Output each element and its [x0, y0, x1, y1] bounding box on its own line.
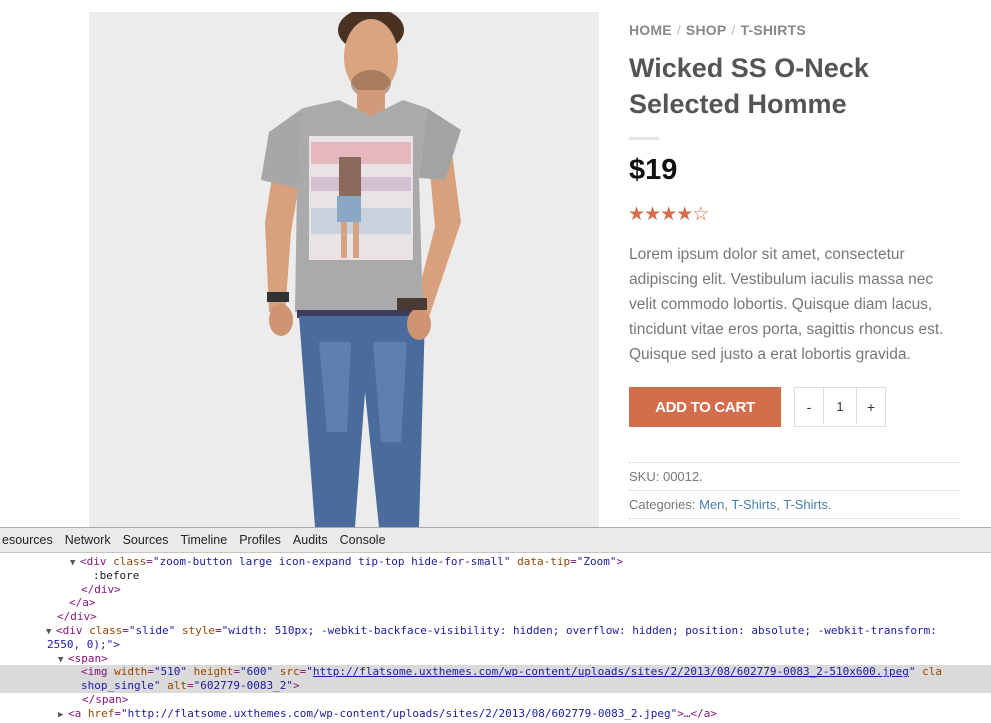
sku-label: SKU: [629, 469, 660, 484]
product-sku: SKU: 00012. [629, 469, 703, 484]
dom-node-continued: 2550, 0);"> [47, 637, 120, 651]
quantity-stepper: - + [794, 387, 886, 427]
tab-network[interactable]: Network [59, 533, 117, 547]
dom-pseudo[interactable]: :before [0, 569, 991, 583]
dom-node[interactable]: </div> [0, 583, 991, 597]
breadcrumb-separator: / [731, 22, 736, 38]
dom-node-selected[interactable]: <img width="510" height="600" src="http:… [0, 665, 991, 680]
tab-audits[interactable]: Audits [287, 533, 334, 547]
category-link-tshirts[interactable]: T-Shirts [783, 497, 828, 512]
breadcrumb-separator: / [676, 22, 681, 38]
tab-console[interactable]: Console [334, 533, 392, 547]
meta-divider [629, 490, 959, 491]
product-description: Lorem ipsum dolor sit amet, consectetur … [629, 246, 944, 363]
breadcrumb-home[interactable]: HOME [629, 22, 672, 38]
quantity-input[interactable] [823, 388, 857, 424]
meta-divider [629, 462, 959, 463]
sku-value: 00012. [662, 469, 703, 484]
dom-node[interactable]: ▼ <div class="zoom-button large icon-expa… [0, 555, 991, 569]
dom-node[interactable]: </span> [0, 693, 991, 707]
product-image[interactable] [89, 12, 599, 527]
meta-divider [629, 518, 959, 519]
tab-resources[interactable]: esources [0, 533, 59, 547]
category-link-men[interactable]: Men [699, 497, 724, 512]
model-photo [89, 12, 599, 527]
product-page: HOME / SHOP / T-SHIRTS Wicked SS O-Neck Sele… [0, 0, 991, 527]
quantity-plus-button[interactable]: + [857, 388, 885, 426]
star-filled-icon: ★ [628, 204, 645, 225]
quantity-minus-button[interactable]: - [795, 388, 823, 426]
breadcrumb-tshirts[interactable]: T-SHIRTS [740, 22, 805, 38]
star-rating[interactable]: ★★★★☆ [628, 203, 709, 226]
star-filled-icon: ★ [644, 204, 661, 225]
star-filled-icon: ★ [676, 204, 693, 225]
dom-node[interactable]: ▶ <a href="http://flatsome.uxthemes.com/w… [0, 707, 991, 721]
category-link-tshirts[interactable]: T-Shirts [731, 497, 776, 512]
categories-label: Categories: [629, 497, 696, 512]
devtools-toolbar: esources Network Sources Timeline Profil… [0, 528, 991, 553]
tab-timeline[interactable]: Timeline [174, 533, 233, 547]
breadcrumb: HOME / SHOP / T-SHIRTS [629, 22, 806, 38]
product-categories: Categories: Men, T-Shirts, T-Shirts. [629, 497, 832, 512]
dom-node[interactable]: ▼ <div class="slide" style="width: 510px;… [0, 624, 991, 638]
devtools-panel: esources Network Sources Timeline Profil… [0, 527, 991, 720]
dom-node[interactable]: </a> [0, 596, 991, 610]
title-divider [629, 137, 659, 140]
add-to-cart-button[interactable]: ADD TO CART [629, 387, 781, 427]
image-src-link[interactable]: http://flatsome.uxthemes.com/wp-content/… [313, 665, 909, 678]
tab-sources[interactable]: Sources [117, 533, 175, 547]
product-title: Wicked SS O-Neck Selected Homme [629, 53, 869, 119]
breadcrumb-shop[interactable]: SHOP [686, 22, 726, 38]
tab-profiles[interactable]: Profiles [233, 533, 287, 547]
star-filled-icon: ★ [660, 204, 677, 225]
product-price: $19 [629, 154, 678, 186]
dom-tree: ▼ <div class="zoom-button large icon-expa… [0, 555, 991, 721]
star-empty-icon: ☆ [692, 204, 709, 225]
dom-node[interactable]: ▼ <span> [0, 652, 991, 666]
dom-node[interactable]: </div> [0, 610, 991, 624]
dom-node-selected-continued[interactable]: shop_single" alt="602779-0083_2"> [0, 679, 991, 693]
